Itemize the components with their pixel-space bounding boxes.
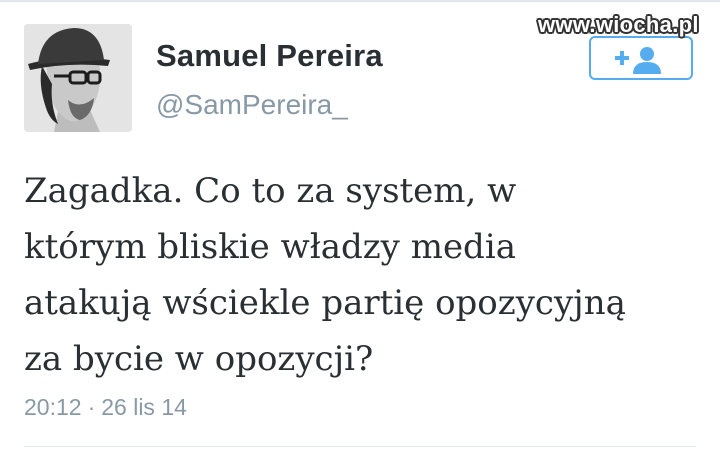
tweet-text-line: Zagadka. Co to za system, w — [24, 171, 517, 211]
bottom-divider — [24, 446, 696, 447]
avatar-photo-icon — [24, 24, 132, 132]
tweet-text-line: atakują wściekle partię opozycyjną — [24, 283, 626, 323]
timestamp-separator: · — [87, 394, 96, 420]
tweet-text-line: którym bliskie władzy media — [24, 227, 516, 267]
tweet-time: 20:12 — [24, 394, 82, 420]
watermark-text: www.wiocha.pl — [538, 12, 699, 37]
author-avatar[interactable] — [24, 24, 132, 132]
tweet-timestamp[interactable]: 20:12 · 26 lis 14 — [24, 394, 187, 421]
tweet-date: 26 lis 14 — [101, 394, 187, 420]
tweet-text: Zagadka. Co to za system, w którym blisk… — [24, 163, 704, 387]
author-display-name[interactable]: Samuel Pereira — [156, 38, 383, 74]
author-screen-name[interactable]: @SamPereira_ — [156, 89, 348, 121]
follow-button[interactable] — [589, 36, 693, 80]
follow-user-icon — [615, 47, 661, 74]
tweet-text-line: za bycie w opozycji? — [24, 339, 374, 379]
top-divider — [0, 0, 720, 2]
